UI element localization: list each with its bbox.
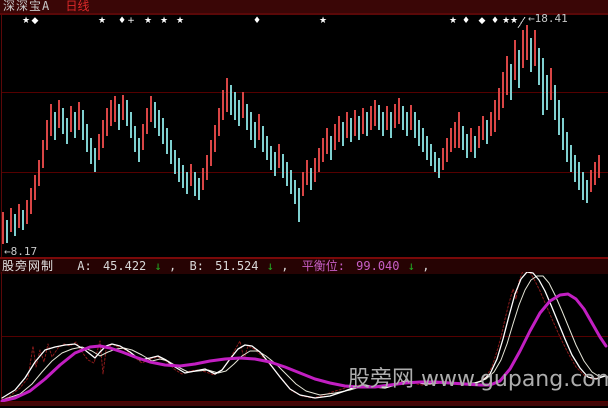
signal-marker-icon: ★: [98, 16, 106, 26]
period-label[interactable]: 日线: [65, 0, 89, 13]
candlestick-chart[interactable]: ★ ◆ ★ ♦ + ★ ★ ★ ♦ ★ ★ ♦ ◆ ♦ ★ ★ ←18.41←8.17: [0, 14, 608, 257]
signal-marker-icon: ◆: [479, 16, 486, 26]
indicator-source-label: 股旁网制: [2, 259, 55, 273]
signal-marker-icon: ★: [144, 16, 152, 26]
signal-marker-icon: ★: [176, 16, 184, 26]
stock-name: 深深宝A: [3, 0, 51, 13]
balance-value: 99.040: [356, 259, 400, 273]
low-price-label: ←8.17: [4, 245, 37, 257]
indicator-b-label: B:: [189, 259, 204, 273]
signal-marker-icon: ♦: [253, 16, 261, 26]
balance-label: 平衡位:: [301, 259, 345, 273]
high-price-pointer: [517, 16, 526, 29]
signal-marker-icon: ★: [510, 16, 518, 26]
high-price-label: ←18.41: [528, 14, 568, 25]
signal-marker-icon: ◆: [32, 16, 39, 26]
down-arrow-icon: ↓: [154, 259, 162, 273]
indicator-a-value: 45.422: [102, 259, 147, 273]
down-arrow-icon: ↓: [407, 259, 415, 273]
signal-marker-icon: ♦: [462, 16, 470, 26]
separator: ,: [422, 259, 430, 273]
separator: ,: [281, 259, 289, 273]
title-bar: 深深宝A 日线: [0, 0, 608, 14]
indicator-a-label: A:: [77, 259, 92, 273]
watermark: 股旁网 www.gupang.com: [348, 367, 608, 392]
signal-marker-icon: ♦: [491, 16, 499, 26]
signal-marker-icon: ★: [160, 16, 168, 26]
signal-marker-icon: ★: [319, 16, 327, 26]
bottom-border: [0, 402, 608, 406]
signal-marker-icon: ★: [502, 16, 510, 26]
indicator-b-value: 51.524: [215, 259, 259, 273]
signal-marker-icon: ★: [449, 16, 457, 26]
signal-marker-icon: ♦: [118, 16, 126, 26]
signal-marker-icon: +: [127, 16, 135, 26]
signal-marker-icon: ★: [22, 16, 30, 26]
app-window: 深深宝A 日线 ★ ◆ ★ ♦ + ★ ★ ★ ♦ ★ ★ ♦ ◆ ♦ ★ ★ ←18.41 ←8.17 股旁网制…: [0, 0, 608, 408]
down-arrow-icon: ↓: [266, 259, 274, 273]
separator: ,: [169, 259, 177, 273]
